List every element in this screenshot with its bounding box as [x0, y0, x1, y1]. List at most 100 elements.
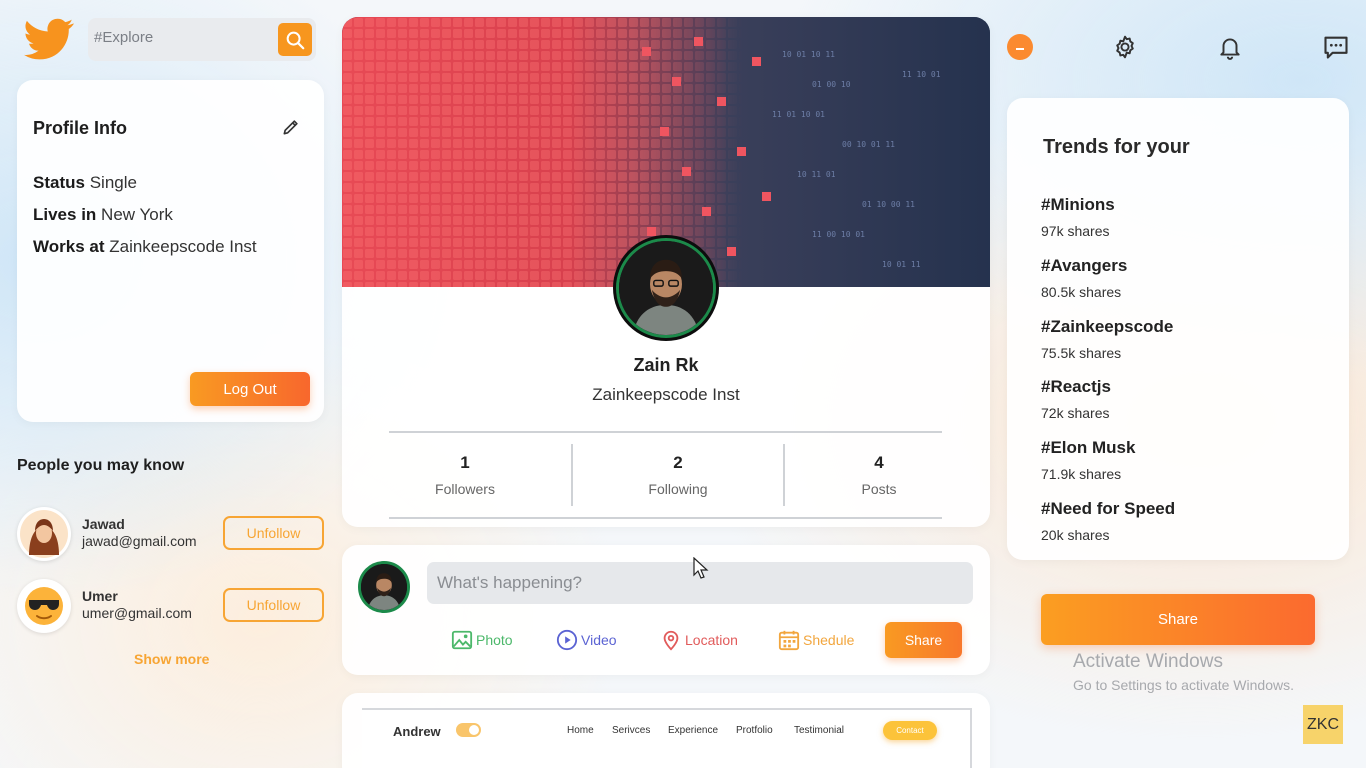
trend-shares: 71.9k shares	[1041, 466, 1122, 482]
photo-label: Photo	[476, 632, 513, 648]
avatar	[17, 507, 71, 561]
followers-stat[interactable]: 1 Followers	[390, 453, 540, 497]
location-label: Location	[685, 632, 738, 648]
preview-nav-home: Home	[567, 725, 594, 736]
video-option[interactable]: Video	[556, 628, 617, 652]
people-you-may-know-title: People you may know	[17, 457, 185, 474]
profile-info-card: Profile Info Status Single Lives in New …	[17, 80, 324, 422]
activate-windows-subtitle: Go to Settings to activate Windows.	[1073, 677, 1294, 693]
profile-name: Zain Rk	[633, 355, 699, 375]
status-line: Status Single	[33, 173, 137, 193]
svg-text:11 00 10 01: 11 00 10 01	[812, 230, 865, 239]
svg-text:01 00 10: 01 00 10	[812, 80, 851, 89]
trend-shares: 72k shares	[1041, 405, 1110, 421]
works-at-label: Works at	[33, 237, 105, 256]
zkc-watermark-badge: ZKC	[1303, 705, 1343, 744]
trends-title: Trends for your	[1043, 136, 1190, 158]
preview-nav-experience: Experience	[668, 725, 719, 736]
person-name: Jawad	[82, 516, 125, 532]
trend-shares: 80.5k shares	[1041, 284, 1122, 300]
photo-icon	[451, 630, 473, 650]
lives-in-value: New York	[101, 205, 173, 224]
trend-shares: 97k shares	[1041, 223, 1110, 239]
bell-icon[interactable]	[1214, 31, 1246, 63]
posts-count: 4	[874, 453, 884, 472]
post-preview-image	[362, 708, 972, 768]
svg-text:11 10 01: 11 10 01	[902, 70, 941, 79]
status-value: Single	[89, 173, 137, 192]
mouse-cursor-icon	[693, 557, 709, 579]
works-at-line: Works at Zainkeepscode Inst	[33, 237, 257, 257]
schedule-option[interactable]: Shedule	[778, 628, 854, 652]
following-count: 2	[673, 453, 683, 472]
divider	[389, 517, 942, 519]
unfollow-button[interactable]: Unfollow	[223, 588, 324, 622]
following-stat[interactable]: 2 Following	[603, 453, 753, 497]
svg-text:00 10 01 11: 00 10 01 11	[842, 140, 895, 149]
video-label: Video	[581, 632, 617, 648]
svg-text:10 01 11: 10 01 11	[882, 260, 921, 269]
avatar	[17, 579, 71, 633]
status-label: Status	[33, 173, 85, 192]
person-email: umer@gmail.com	[82, 605, 192, 621]
preview-theme-toggle	[456, 723, 481, 737]
preview-brand-name: Andrew	[393, 724, 441, 739]
search-input[interactable]	[94, 29, 274, 46]
preview-nav-portfolio: Protfolio	[736, 725, 773, 736]
search-button[interactable]	[278, 23, 312, 56]
posts-stat[interactable]: 4 Posts	[804, 453, 954, 497]
show-more-link[interactable]: Show more	[134, 651, 209, 667]
trend-tag[interactable]: #Need for Speed	[1041, 499, 1175, 519]
person-name: Umer	[82, 588, 118, 604]
share-button[interactable]: Share	[1041, 594, 1315, 645]
location-icon	[663, 630, 679, 651]
svg-text:10 11 01: 10 11 01	[797, 170, 836, 179]
settings-gear-icon[interactable]	[1109, 31, 1141, 63]
video-icon	[556, 629, 578, 651]
profile-organization: Zainkeepscode Inst	[592, 385, 740, 404]
trend-shares: 20k shares	[1041, 527, 1110, 543]
share-post-button[interactable]: Share	[885, 622, 962, 658]
edit-pencil-icon[interactable]	[281, 117, 301, 137]
location-option[interactable]: Location	[660, 628, 738, 652]
notification-dot-icon[interactable]	[1004, 31, 1036, 63]
following-label: Following	[648, 481, 708, 497]
trend-tag[interactable]: #Elon Musk	[1041, 438, 1135, 458]
twitter-logo-icon[interactable]	[22, 14, 76, 64]
svg-text:10 01 10 11: 10 01 10 11	[782, 50, 835, 59]
message-icon[interactable]	[1320, 31, 1352, 63]
lives-in-label: Lives in	[33, 205, 97, 224]
person-email: jawad@gmail.com	[82, 533, 197, 549]
trend-tag[interactable]: #Minions	[1041, 195, 1115, 215]
person-item-jawad: Jawad jawad@gmail.com Unfollow	[17, 507, 324, 563]
person-item-umer: Umer umer@gmail.com Unfollow	[17, 579, 324, 635]
divider	[571, 444, 573, 506]
svg-text:11 01 10 01: 11 01 10 01	[772, 110, 825, 119]
svg-text:01 10 00 11: 01 10 00 11	[862, 200, 915, 209]
search-bar	[88, 18, 316, 61]
trend-tag[interactable]: #Avangers	[1041, 256, 1127, 276]
preview-nav-services: Serivces	[612, 725, 651, 736]
preview-nav-testimonial: Testimonial	[794, 725, 845, 736]
followers-label: Followers	[435, 481, 495, 497]
composer-avatar	[358, 561, 410, 613]
lives-in-line: Lives in New York	[33, 205, 173, 225]
preview-contact-button: Contact	[883, 721, 937, 740]
trend-tag[interactable]: #Reactjs	[1041, 377, 1111, 397]
profile-avatar[interactable]	[616, 238, 716, 338]
divider	[783, 444, 785, 506]
divider	[389, 431, 942, 433]
unfollow-button[interactable]: Unfollow	[223, 516, 324, 550]
trend-tag[interactable]: #Zainkeepscode	[1041, 317, 1173, 337]
followers-count: 1	[460, 453, 470, 472]
trend-shares: 75.5k shares	[1041, 345, 1122, 361]
calendar-icon	[778, 630, 800, 651]
logout-button[interactable]: Log Out	[190, 372, 310, 406]
schedule-label: Shedule	[803, 632, 855, 648]
posts-label: Posts	[861, 481, 897, 497]
search-icon	[286, 31, 305, 49]
photo-option[interactable]: Photo	[451, 628, 513, 652]
works-at-value: Zainkeepscode Inst	[109, 237, 257, 256]
activate-windows-title: Activate Windows	[1073, 651, 1223, 672]
profile-info-title: Profile Info	[33, 118, 127, 138]
